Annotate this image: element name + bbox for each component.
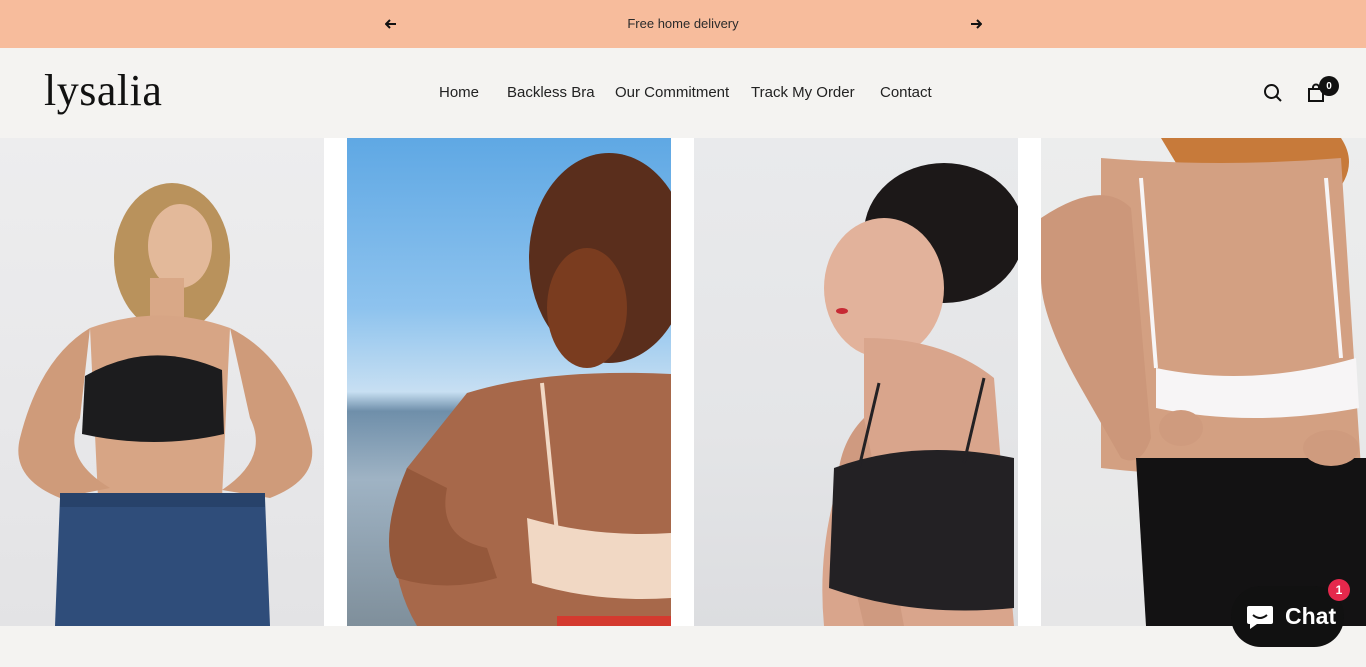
gallery-photo-4[interactable] <box>1041 138 1366 626</box>
gallery-photo-2[interactable] <box>347 138 671 626</box>
arrow-right-icon <box>971 19 982 29</box>
announcement-bar: Free home delivery <box>0 0 1366 48</box>
model-back-beach-image <box>389 153 671 626</box>
gallery-photo-3[interactable] <box>694 138 1018 626</box>
nav-backless-bra[interactable]: Backless Bra <box>507 84 595 101</box>
next-announcement-button[interactable] <box>966 14 986 34</box>
product-gallery <box>0 138 1366 626</box>
model-side-image <box>822 163 1018 626</box>
main-nav: Home Backless Bra Our Commitment Track M… <box>0 84 1366 104</box>
cart-count-badge: 0 <box>1319 76 1339 96</box>
chat-label: Chat <box>1285 603 1337 629</box>
site-header: lysalia Home Backless Bra Our Commitment… <box>0 48 1366 138</box>
chat-button[interactable]: Chat <box>1231 586 1344 647</box>
model-back-white-image <box>1041 138 1366 626</box>
search-button[interactable] <box>1261 81 1285 105</box>
model-front-image <box>18 183 313 626</box>
search-icon <box>1264 84 1282 102</box>
chat-bubble-icon <box>1247 605 1273 629</box>
announcement-text: Free home delivery <box>627 16 739 31</box>
nav-track-my-order[interactable]: Track My Order <box>751 84 855 101</box>
gallery-photo-1[interactable] <box>0 138 324 626</box>
nav-our-commitment[interactable]: Our Commitment <box>615 84 729 101</box>
nav-contact[interactable]: Contact <box>880 84 932 101</box>
chat-notification-badge: 1 <box>1328 579 1350 601</box>
nav-home[interactable]: Home <box>439 84 479 101</box>
